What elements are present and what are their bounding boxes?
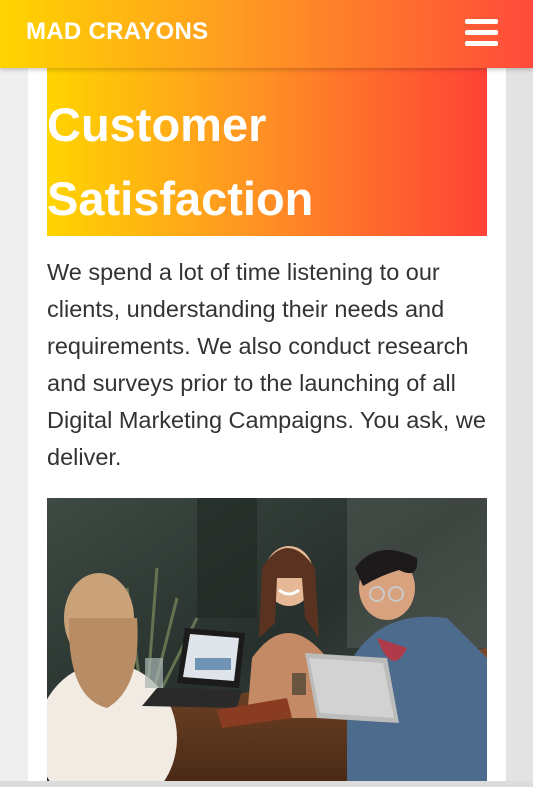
- menu-bar-line: [465, 41, 498, 46]
- hamburger-menu-icon[interactable]: [462, 17, 500, 49]
- brand-logo[interactable]: MAD CRAYONS: [26, 18, 208, 46]
- team-photo: [47, 498, 487, 782]
- team-photo-illustration: [47, 498, 487, 782]
- left-gutter: [0, 68, 28, 787]
- right-gutter: [506, 68, 533, 787]
- title-banner: Customer Satisfaction: [47, 68, 487, 236]
- menu-bar-line: [465, 30, 498, 35]
- page-title: Customer Satisfaction: [47, 98, 314, 225]
- top-navbar: MAD CRAYONS: [0, 0, 533, 68]
- menu-bar-line: [465, 19, 498, 24]
- main-content: Customer Satisfaction We spend a lot of …: [28, 68, 506, 787]
- horizontal-scrollbar[interactable]: [0, 781, 533, 787]
- intro-paragraph: We spend a lot of time listening to our …: [47, 259, 486, 470]
